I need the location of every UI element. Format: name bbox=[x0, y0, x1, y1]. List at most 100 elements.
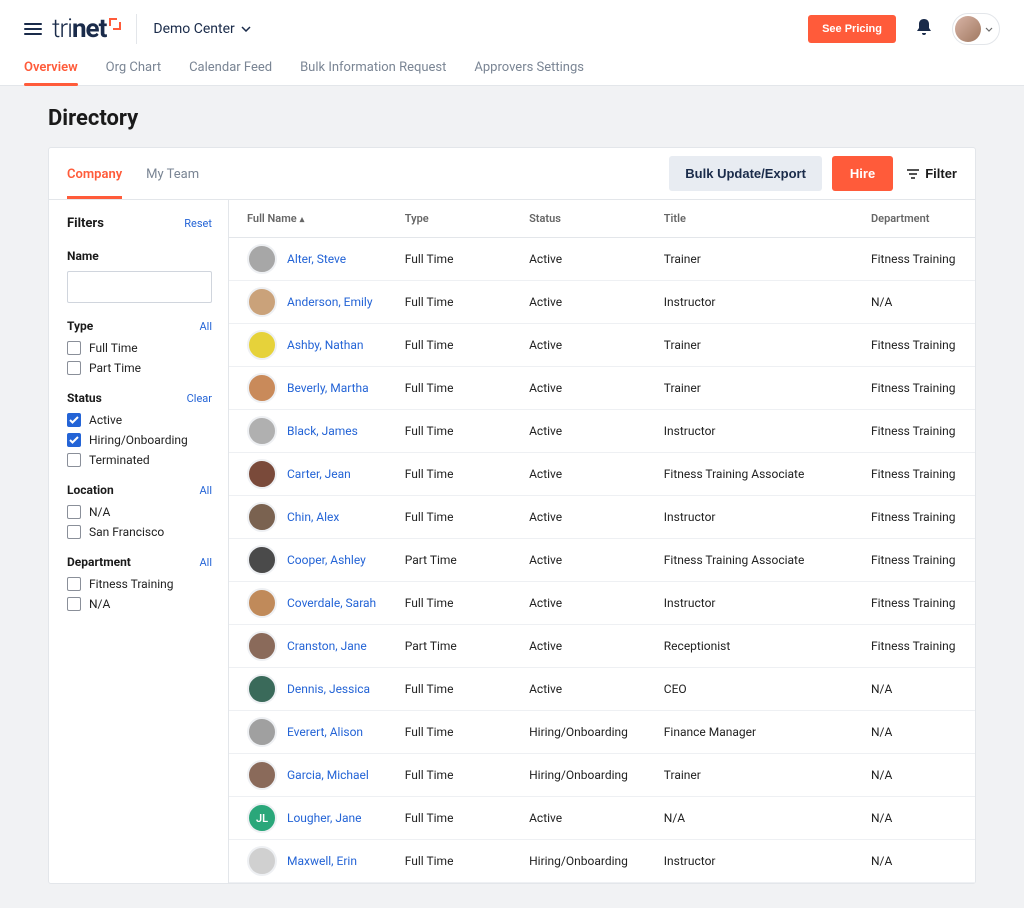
bulk-update-export-button[interactable]: Bulk Update/Export bbox=[669, 156, 822, 191]
filter-name-input[interactable] bbox=[67, 271, 212, 303]
main-tab-approvers-settings[interactable]: Approvers Settings bbox=[474, 60, 584, 85]
filter-status-option-active[interactable]: Active bbox=[67, 413, 212, 427]
filter-status-label: Status bbox=[67, 391, 102, 405]
profile-menu-button[interactable] bbox=[952, 13, 1000, 45]
table-row[interactable]: Cooper, AshleyPart TimeActiveFitness Tra… bbox=[229, 539, 975, 582]
filters-reset-link[interactable]: Reset bbox=[184, 217, 212, 230]
filter-option-label: Fitness Training bbox=[89, 577, 174, 591]
table-row[interactable]: Cranston, JanePart TimeActiveReceptionis… bbox=[229, 625, 975, 668]
table-row[interactable]: JLLougher, JaneFull TimeActiveN/AN/A bbox=[229, 797, 975, 840]
col-header-full-name[interactable]: Full Name▴ bbox=[229, 200, 395, 238]
table-row[interactable]: Black, JamesFull TimeActiveInstructorFit… bbox=[229, 410, 975, 453]
filter-type-option-part-time[interactable]: Part Time bbox=[67, 361, 212, 375]
table-row[interactable]: Dennis, JessicaFull TimeActiveCEON/A bbox=[229, 668, 975, 711]
col-header-type[interactable]: Type bbox=[395, 200, 519, 238]
filter-toggle-button[interactable]: Filter bbox=[907, 166, 957, 181]
cell-status: Active bbox=[519, 668, 654, 711]
table-row[interactable]: Garcia, MichaelFull TimeHiring/Onboardin… bbox=[229, 754, 975, 797]
table-row[interactable]: Carter, JeanFull TimeActiveFitness Train… bbox=[229, 453, 975, 496]
person-name-link[interactable]: Garcia, Michael bbox=[287, 768, 369, 782]
person-name-link[interactable]: Cranston, Jane bbox=[287, 639, 367, 653]
avatar bbox=[247, 330, 277, 360]
cell-title: Instructor bbox=[654, 281, 861, 324]
filter-status-option-hiring-onboarding[interactable]: Hiring/Onboarding bbox=[67, 433, 212, 447]
col-header-status[interactable]: Status bbox=[519, 200, 654, 238]
col-header-title[interactable]: Title bbox=[654, 200, 861, 238]
person-name-link[interactable]: Beverly, Martha bbox=[287, 381, 369, 395]
avatar: JL bbox=[247, 803, 277, 833]
table-row[interactable]: Everert, AlisonFull TimeHiring/Onboardin… bbox=[229, 711, 975, 754]
filter-status-link[interactable]: Clear bbox=[187, 392, 212, 405]
table-row[interactable]: Beverly, MarthaFull TimeActiveTrainerFit… bbox=[229, 367, 975, 410]
cell-department: Fitness Training bbox=[861, 410, 975, 453]
person-name-link[interactable]: Alter, Steve bbox=[287, 252, 346, 266]
avatar bbox=[247, 760, 277, 790]
cell-title: Trainer bbox=[654, 367, 861, 410]
filter-option-label: Hiring/Onboarding bbox=[89, 433, 188, 447]
cell-type: Full Time bbox=[395, 754, 519, 797]
filter-location-option-n-a[interactable]: N/A bbox=[67, 505, 212, 519]
filter-location-link[interactable]: All bbox=[199, 484, 212, 497]
cell-type: Part Time bbox=[395, 625, 519, 668]
person-name-link[interactable]: Ashby, Nathan bbox=[287, 338, 363, 352]
person-name-link[interactable]: Lougher, Jane bbox=[287, 811, 361, 825]
cell-type: Full Time bbox=[395, 238, 519, 281]
cell-type: Part Time bbox=[395, 539, 519, 582]
person-name-link[interactable]: Everert, Alison bbox=[287, 725, 363, 739]
person-name-link[interactable]: Black, James bbox=[287, 424, 358, 438]
main-tab-overview[interactable]: Overview bbox=[24, 60, 78, 85]
card-tab-company[interactable]: Company bbox=[67, 149, 122, 198]
person-name-link[interactable]: Chin, Alex bbox=[287, 510, 339, 524]
main-tab-bulk-information-request[interactable]: Bulk Information Request bbox=[300, 60, 446, 85]
directory-table: Full Name▴ Type Status Title Department … bbox=[229, 200, 975, 883]
hire-button[interactable]: Hire bbox=[832, 156, 893, 191]
cell-status: Active bbox=[519, 410, 654, 453]
main-tab-calendar-feed[interactable]: Calendar Feed bbox=[189, 60, 272, 85]
cell-title: Trainer bbox=[654, 324, 861, 367]
filter-toggle-label: Filter bbox=[925, 166, 957, 181]
table-row[interactable]: Coverdale, SarahFull TimeActiveInstructo… bbox=[229, 582, 975, 625]
person-name-link[interactable]: Carter, Jean bbox=[287, 467, 351, 481]
filter-type-link[interactable]: All bbox=[199, 320, 212, 333]
cell-department: Fitness Training bbox=[861, 238, 975, 281]
brand-logo-right: net bbox=[72, 14, 106, 44]
cell-title: CEO bbox=[654, 668, 861, 711]
cell-department: N/A bbox=[861, 711, 975, 754]
filter-department-link[interactable]: All bbox=[199, 556, 212, 569]
table-row[interactable]: Anderson, EmilyFull TimeActiveInstructor… bbox=[229, 281, 975, 324]
main-tab-org-chart[interactable]: Org Chart bbox=[106, 60, 161, 85]
filter-department-label: Department bbox=[67, 555, 131, 569]
person-name-link[interactable]: Coverdale, Sarah bbox=[287, 596, 376, 610]
filters-panel: Filters Reset Name TypeAllFull TimePart … bbox=[49, 200, 229, 883]
demo-center-dropdown[interactable]: Demo Center bbox=[153, 21, 250, 37]
cell-status: Active bbox=[519, 324, 654, 367]
notifications-button[interactable] bbox=[916, 18, 932, 40]
person-name-link[interactable]: Cooper, Ashley bbox=[287, 553, 366, 567]
checkbox-icon bbox=[67, 577, 81, 591]
hamburger-menu-button[interactable] bbox=[24, 23, 42, 35]
card-tab-my-team[interactable]: My Team bbox=[146, 149, 199, 198]
cell-status: Active bbox=[519, 281, 654, 324]
person-name-link[interactable]: Dennis, Jessica bbox=[287, 682, 370, 696]
chevron-down-icon bbox=[985, 27, 993, 32]
person-name-link[interactable]: Maxwell, Erin bbox=[287, 854, 357, 868]
cell-department: Fitness Training bbox=[861, 496, 975, 539]
filter-location-option-san-francisco[interactable]: San Francisco bbox=[67, 525, 212, 539]
filter-department-option-n-a[interactable]: N/A bbox=[67, 597, 212, 611]
avatar bbox=[247, 674, 277, 704]
table-row[interactable]: Maxwell, ErinFull TimeHiring/OnboardingI… bbox=[229, 840, 975, 883]
filter-status-option-terminated[interactable]: Terminated bbox=[67, 453, 212, 467]
table-row[interactable]: Chin, AlexFull TimeActiveInstructorFitne… bbox=[229, 496, 975, 539]
checkbox-icon bbox=[67, 341, 81, 355]
col-header-department[interactable]: Department bbox=[861, 200, 975, 238]
table-row[interactable]: Alter, SteveFull TimeActiveTrainerFitnes… bbox=[229, 238, 975, 281]
cell-type: Full Time bbox=[395, 453, 519, 496]
cell-title: Fitness Training Associate bbox=[654, 539, 861, 582]
table-row[interactable]: Ashby, NathanFull TimeActiveTrainerFitne… bbox=[229, 324, 975, 367]
filter-department-option-fitness-training[interactable]: Fitness Training bbox=[67, 577, 212, 591]
cell-title: Finance Manager bbox=[654, 711, 861, 754]
person-name-link[interactable]: Anderson, Emily bbox=[287, 295, 373, 309]
brand-logo[interactable]: trinet bbox=[52, 14, 137, 44]
see-pricing-button[interactable]: See Pricing bbox=[808, 15, 896, 43]
filter-type-option-full-time[interactable]: Full Time bbox=[67, 341, 212, 355]
